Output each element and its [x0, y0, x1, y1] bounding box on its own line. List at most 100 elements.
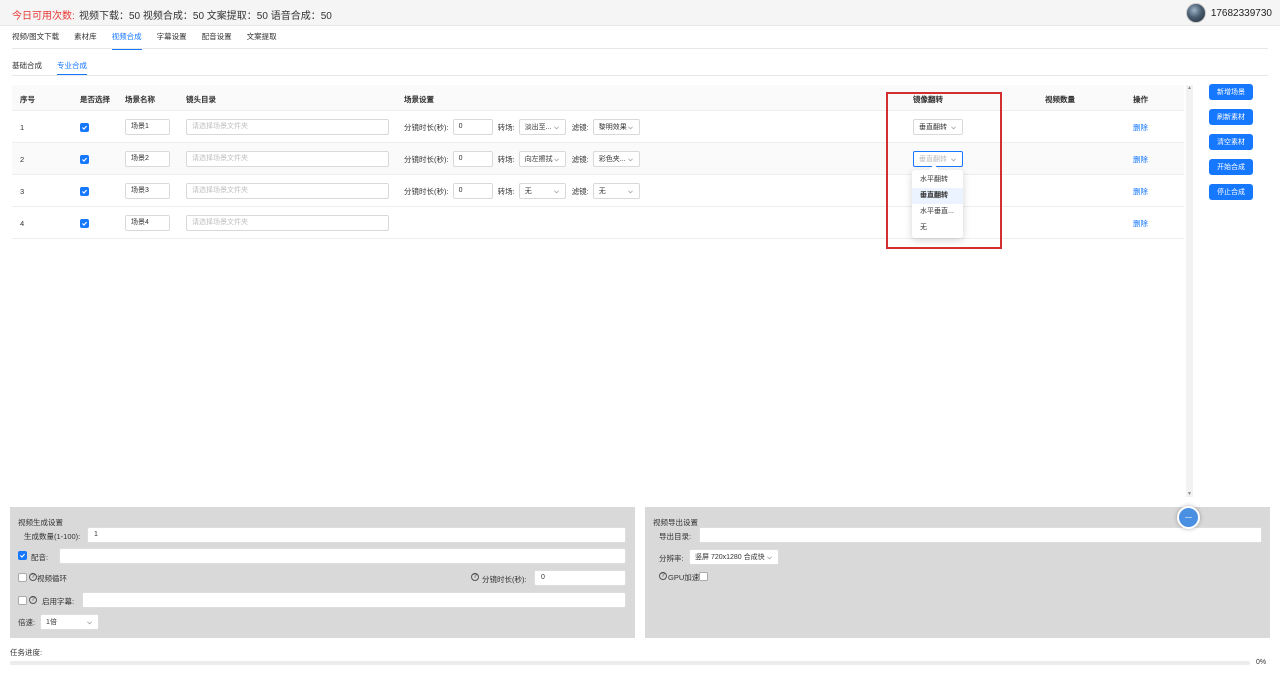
- transition-label: 转场:: [497, 186, 515, 196]
- transition-value: 向左擦拭: [524, 156, 553, 163]
- resolution-select[interactable]: 竖屏 720x1280 合成快: [689, 549, 779, 565]
- delete-link[interactable]: 删除: [1133, 154, 1148, 165]
- tab-basic-compose[interactable]: 基础合成: [12, 58, 42, 74]
- progress-percent: 0%: [1256, 659, 1267, 666]
- divider: [12, 48, 1268, 49]
- subtitle-label: 启用字幕:: [42, 597, 75, 606]
- option-vertical-flip[interactable]: 垂直翻转: [912, 188, 963, 204]
- shot-dir-input[interactable]: 请选择场景文件夹: [186, 215, 389, 231]
- shot-dir-input[interactable]: 请选择场景文件夹: [186, 151, 389, 167]
- tab-dubbing-settings[interactable]: 配音设置: [202, 26, 232, 48]
- tab-pro-compose[interactable]: 专业合成: [57, 58, 87, 75]
- avatar[interactable]: [1185, 3, 1206, 23]
- add-scene-button[interactable]: 新增场景: [1209, 84, 1253, 100]
- export-dir-input[interactable]: [699, 527, 1262, 543]
- option-horizontal-flip[interactable]: 水平翻转: [912, 172, 963, 188]
- duration-input[interactable]: 0: [452, 119, 493, 135]
- dubbing-input[interactable]: [59, 548, 626, 564]
- video-export-settings: 视频导出设置 导出目录: 分辨率: 竖屏 720x1280 合成快 ? GPU加…: [645, 507, 1270, 638]
- subtitle-checkbox[interactable]: [18, 596, 27, 605]
- clear-material-button[interactable]: 清空素材: [1209, 134, 1253, 150]
- scene-name-input[interactable]: 场景3: [125, 183, 170, 199]
- mirror-flip-dropdown: 水平翻转 垂直翻转 水平垂直... 无: [912, 164, 963, 238]
- filter-select[interactable]: 黎明效果: [592, 119, 640, 135]
- chevron-down-icon: [951, 158, 956, 161]
- tab-text-extract[interactable]: 文案提取: [247, 26, 277, 48]
- chevron-down-icon: [767, 556, 772, 559]
- user-menu[interactable]: 17682339730: [1185, 3, 1272, 23]
- transition-label: 转场:: [497, 122, 515, 132]
- table-scrollbar[interactable]: ▲ ▼: [1186, 85, 1193, 497]
- chevron-down-icon: [553, 126, 559, 129]
- help-icon[interactable]: ?: [29, 573, 37, 581]
- header-shot-dir: 镜头目录: [186, 95, 216, 104]
- header-scene-name: 场景名称: [125, 95, 155, 104]
- help-icon[interactable]: ?: [471, 573, 479, 581]
- table-header: 序号 是否选择 场景名称 镜头目录 场景设置 镜像翻转 视频数量 操作: [12, 85, 1184, 111]
- delete-link[interactable]: 删除: [1133, 218, 1148, 229]
- header-scene-settings: 场景设置: [404, 95, 434, 104]
- row-index: 2: [20, 154, 25, 164]
- transition-select[interactable]: 淡出至...: [518, 119, 566, 135]
- tab-download[interactable]: 视频/图文下载: [12, 26, 59, 48]
- row-index: 3: [20, 186, 25, 196]
- speed-select[interactable]: 1倍: [40, 614, 99, 630]
- help-icon[interactable]: ?: [659, 572, 667, 580]
- resolution-value: 竖屏 720x1280 合成快: [695, 554, 765, 561]
- help-icon[interactable]: ?: [29, 596, 37, 604]
- row-select-checkbox[interactable]: [80, 122, 89, 132]
- delete-link[interactable]: 删除: [1133, 186, 1148, 197]
- shot-duration-input[interactable]: 0: [534, 570, 626, 586]
- header-actions: 操作: [1133, 95, 1148, 104]
- table-row: 2 场景2 请选择场景文件夹 分镜时长(秒): 0 转场: 向左擦拭 滤镜: 彩…: [12, 143, 1184, 175]
- mirror-flip-select[interactable]: 垂直翻转: [913, 151, 963, 167]
- speed-label: 倍速:: [18, 618, 36, 627]
- filter-select[interactable]: 无: [592, 183, 640, 199]
- gpu-label: GPU加速:: [668, 573, 702, 582]
- option-none[interactable]: 无: [912, 220, 963, 236]
- transition-select[interactable]: 向左擦拭: [518, 151, 566, 167]
- duration-input[interactable]: 0: [452, 151, 493, 167]
- row-select-checkbox[interactable]: [80, 186, 89, 196]
- resolution-label: 分辨率:: [659, 554, 684, 563]
- chevron-down-icon: [627, 126, 633, 129]
- gpu-checkbox[interactable]: [699, 572, 708, 581]
- option-horizontal-vertical-flip[interactable]: 水平垂直...: [912, 204, 963, 220]
- scroll-down-icon[interactable]: ▼: [1187, 491, 1192, 497]
- tab-subtitle-settings[interactable]: 字幕设置: [157, 26, 187, 48]
- header-mirror-flip: 镜像翻转: [913, 95, 943, 104]
- filter-label: 滤镜:: [571, 122, 589, 132]
- tab-video-compose[interactable]: 视频合成: [111, 26, 142, 50]
- scene-name-input[interactable]: 场景4: [125, 215, 170, 231]
- floating-assistant-button[interactable]: —: [1177, 506, 1200, 529]
- shot-duration-label: 分镜时长(秒):: [482, 575, 527, 584]
- count-input[interactable]: 1: [87, 527, 626, 543]
- sub-tabs: 基础合成 专业合成: [12, 58, 87, 75]
- user-name[interactable]: 17682339730: [1211, 8, 1272, 19]
- subtitle-input[interactable]: [82, 592, 626, 608]
- scroll-up-icon[interactable]: ▲: [1187, 85, 1192, 91]
- transition-value: 淡出至...: [524, 124, 552, 131]
- refresh-material-button[interactable]: 刷新素材: [1209, 109, 1253, 125]
- filter-select[interactable]: 彩色夹...: [592, 151, 640, 167]
- start-compose-button[interactable]: 开始合成: [1209, 159, 1253, 175]
- dubbing-checkbox[interactable]: [18, 551, 27, 560]
- delete-link[interactable]: 删除: [1133, 122, 1148, 133]
- mirror-flip-select[interactable]: 垂直翻转: [913, 119, 963, 135]
- row-select-checkbox[interactable]: [80, 154, 89, 164]
- mirror-value: 垂直翻转: [919, 124, 947, 131]
- row-select-checkbox[interactable]: [80, 218, 89, 228]
- chevron-down-icon: [627, 158, 633, 161]
- scene-name-input[interactable]: 场景1: [125, 119, 170, 135]
- filter-value: 黎明效果: [598, 124, 627, 131]
- header-index: 序号: [20, 95, 35, 104]
- scene-name-input[interactable]: 场景2: [125, 151, 170, 167]
- shot-dir-input[interactable]: 请选择场景文件夹: [186, 119, 389, 135]
- loop-checkbox[interactable]: [18, 573, 27, 582]
- transition-select[interactable]: 无: [518, 183, 566, 199]
- duration-label: 分镜时长(秒):: [404, 186, 449, 196]
- tab-material-library[interactable]: 素材库: [74, 26, 97, 48]
- shot-dir-input[interactable]: 请选择场景文件夹: [186, 183, 389, 199]
- stop-compose-button[interactable]: 停止合成: [1209, 184, 1253, 200]
- duration-input[interactable]: 0: [452, 183, 493, 199]
